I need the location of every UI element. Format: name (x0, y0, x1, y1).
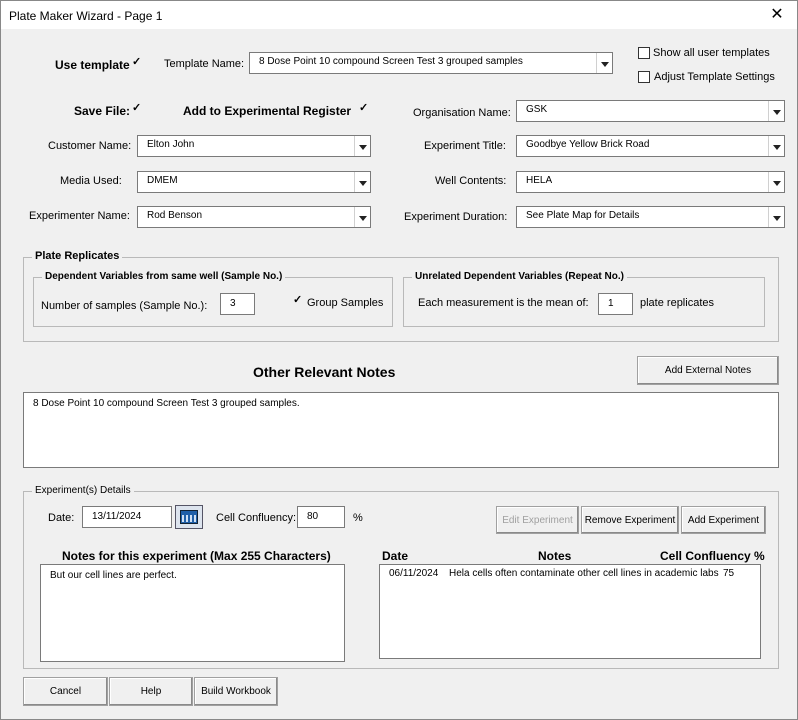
number-of-samples-value: 3 (230, 298, 236, 309)
plate-maker-wizard-window: Plate Maker Wizard - Page 1 ✕ Use templa… (0, 0, 798, 720)
chevron-down-icon[interactable] (768, 101, 784, 121)
customer-name-label: Customer Name: (48, 140, 132, 152)
list-item-confluency[interactable]: 75 (723, 568, 734, 579)
save-file-label: Save File: (74, 104, 131, 118)
group-samples-checkbox[interactable] (292, 293, 304, 308)
add-external-notes-button[interactable]: Add External Notes (637, 356, 779, 385)
adjust-template-label: Adjust Template Settings (654, 71, 775, 83)
edit-experiment-button[interactable]: Edit Experiment (496, 506, 579, 534)
customer-name-select[interactable]: Elton John (137, 135, 371, 157)
title-bar: Plate Maker Wizard - Page 1 ✕ (1, 1, 797, 29)
experimenter-name-value: Rod Benson (147, 210, 203, 221)
list-item-date[interactable]: 06/11/2024 (389, 568, 438, 579)
chevron-down-icon[interactable] (354, 172, 370, 192)
list-header-date: Date (382, 549, 409, 563)
experiment-notes-value: But our cell lines are perfect. (50, 570, 177, 581)
percent-label: % (353, 512, 363, 524)
mean-of-input[interactable]: 1 (598, 293, 633, 315)
show-all-templates-label: Show all user templates (653, 47, 770, 59)
template-name-select[interactable]: 8 Dose Point 10 compound Screen Test 3 g… (249, 52, 613, 74)
chevron-down-icon[interactable] (596, 53, 612, 73)
experiment-duration-value: See Plate Map for Details (526, 210, 640, 221)
experiment-title-label: Experiment Title: (424, 140, 506, 152)
experiment-notes-textarea[interactable]: But our cell lines are perfect. (40, 564, 345, 662)
help-button[interactable]: Help (109, 677, 193, 706)
calendar-icon[interactable] (175, 505, 203, 529)
experiment-details-title: Experiment(s) Details (32, 485, 134, 496)
well-contents-label: Well Contents: (435, 175, 507, 187)
media-used-label: Media Used: (60, 175, 122, 187)
experimental-register-label: Add to Experimental Register (183, 104, 352, 118)
group-samples-label: Group Samples (307, 297, 384, 309)
mean-of-value: 1 (608, 298, 614, 309)
experimental-register-checkbox[interactable] (358, 101, 370, 116)
save-file-checkbox[interactable] (131, 101, 143, 116)
build-workbook-button[interactable]: Build Workbook (194, 677, 278, 706)
well-contents-value: HELA (526, 175, 553, 186)
organisation-name-value: GSK (526, 104, 548, 115)
cell-confluency-input[interactable]: 80 (297, 506, 345, 528)
experiment-duration-select[interactable]: See Plate Map for Details (516, 206, 785, 228)
unrelated-variables-title: Unrelated Dependent Variables (Repeat No… (412, 271, 627, 282)
number-of-samples-label: Number of samples (Sample No.): (41, 300, 208, 312)
show-all-templates-checkbox[interactable] (638, 47, 650, 59)
organisation-name-label: Organisation Name: (413, 107, 511, 119)
list-header-confluency: Cell Confluency % (660, 549, 765, 563)
experiment-list[interactable]: 06/11/2024 Hela cells often contaminate … (379, 564, 761, 659)
well-contents-select[interactable]: HELA (516, 171, 785, 193)
experiment-duration-label: Experiment Duration: (404, 211, 508, 223)
date-input[interactable]: 13/11/2024 (82, 506, 172, 528)
other-notes-title: Other Relevant Notes (253, 364, 396, 380)
chevron-down-icon[interactable] (768, 172, 784, 192)
experimenter-name-label: Experimenter Name: (29, 210, 130, 222)
media-used-value: DMEM (147, 175, 178, 186)
experiment-notes-title: Notes for this experiment (Max 255 Chara… (62, 549, 331, 563)
number-of-samples-input[interactable]: 3 (220, 293, 255, 315)
dependent-variables-title: Dependent Variables from same well (Samp… (42, 271, 286, 282)
list-item-notes[interactable]: Hela cells often contaminate other cell … (449, 568, 719, 579)
organisation-name-select[interactable]: GSK (516, 100, 785, 122)
add-experiment-button[interactable]: Add Experiment (681, 506, 766, 534)
customer-name-value: Elton John (147, 139, 195, 150)
use-template-checkbox[interactable] (131, 55, 143, 70)
window-title: Plate Maker Wizard - Page 1 (9, 9, 163, 23)
date-value: 13/11/2024 (92, 511, 142, 522)
close-icon[interactable]: ✕ (763, 3, 791, 27)
experiment-title-select[interactable]: Goodbye Yellow Brick Road (516, 135, 785, 157)
adjust-template-checkbox[interactable] (638, 71, 650, 83)
mean-of-label: Each measurement is the mean of: (418, 297, 589, 309)
use-template-label: Use template (55, 58, 130, 72)
template-name-value: 8 Dose Point 10 compound Screen Test 3 g… (259, 56, 523, 67)
other-notes-value: 8 Dose Point 10 compound Screen Test 3 g… (33, 398, 300, 409)
experimenter-name-select[interactable]: Rod Benson (137, 206, 371, 228)
media-used-select[interactable]: DMEM (137, 171, 371, 193)
cell-confluency-value: 80 (307, 511, 319, 522)
template-name-label: Template Name: (164, 58, 245, 70)
chevron-down-icon[interactable] (354, 136, 370, 156)
experiment-title-value: Goodbye Yellow Brick Road (526, 139, 650, 150)
chevron-down-icon[interactable] (768, 207, 784, 227)
plate-replicates-label: plate replicates (640, 297, 714, 309)
remove-experiment-button[interactable]: Remove Experiment (581, 506, 679, 534)
cancel-button[interactable]: Cancel (23, 677, 108, 706)
chevron-down-icon[interactable] (354, 207, 370, 227)
chevron-down-icon[interactable] (768, 136, 784, 156)
date-label: Date: (48, 512, 75, 524)
plate-replicates-title: Plate Replicates (32, 250, 123, 262)
cell-confluency-label: Cell Confluency: (216, 512, 297, 524)
other-notes-textarea[interactable]: 8 Dose Point 10 compound Screen Test 3 g… (23, 392, 779, 468)
list-header-notes: Notes (538, 549, 572, 563)
